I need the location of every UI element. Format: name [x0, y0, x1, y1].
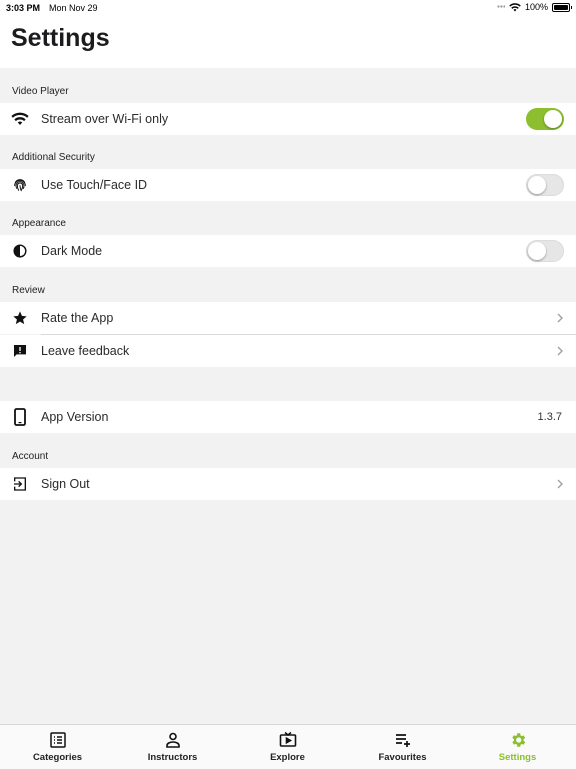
section-label-appearance: Appearance: [12, 218, 66, 229]
tab-settings[interactable]: Settings: [460, 725, 575, 769]
row-dark-mode: Dark Mode: [0, 235, 576, 267]
sign-out-icon: [11, 475, 29, 493]
chevron-right-icon: [557, 313, 563, 323]
page-header: Settings: [0, 16, 576, 68]
tab-instructors[interactable]: Instructors: [115, 725, 230, 769]
wifi-icon: [11, 110, 29, 128]
tab-label: Categories: [32, 752, 83, 763]
tab-explore[interactable]: Explore: [230, 725, 345, 769]
tab-label: Settings: [498, 752, 537, 763]
row-touch-id: Use Touch/Face ID: [0, 169, 576, 201]
dark-mode-toggle[interactable]: [526, 240, 564, 262]
tab-bar: Categories Instructors Explore Favourite…: [0, 724, 576, 769]
page-title: Settings: [11, 24, 110, 52]
rate-app-label: Rate the App: [41, 311, 114, 325]
tab-label: Favourites: [378, 752, 427, 763]
status-time: 3:03 PM: [6, 3, 41, 13]
row-rate-app[interactable]: Rate the App: [0, 302, 576, 334]
status-bar: 3:03 PM Mon Nov 29 100%: [0, 0, 576, 16]
wifi-status-icon: [509, 2, 521, 11]
row-app-version: App Version 1.3.7: [0, 401, 576, 433]
chevron-right-icon: [557, 346, 563, 356]
tab-favourites[interactable]: Favourites: [345, 725, 460, 769]
tab-categories[interactable]: Categories: [0, 725, 115, 769]
section-label-security: Additional Security: [12, 152, 95, 163]
sign-out-label: Sign Out: [41, 477, 90, 491]
touch-id-toggle[interactable]: [526, 174, 564, 196]
chevron-right-icon: [557, 479, 563, 489]
stream-wifi-label: Stream over Wi-Fi only: [41, 112, 169, 126]
section-label-review: Review: [12, 285, 45, 296]
toggle-knob: [528, 242, 546, 260]
stream-wifi-toggle[interactable]: [526, 108, 564, 130]
list-icon: [49, 732, 66, 748]
tab-label: Instructors: [147, 752, 198, 763]
app-version-value: 1.3.7: [537, 411, 562, 423]
row-stream-wifi: Stream over Wi-Fi only: [0, 103, 576, 135]
battery-icon: [552, 2, 572, 12]
phone-icon: [11, 408, 29, 426]
section-label-video-player: Video Player: [12, 86, 69, 97]
row-sign-out[interactable]: Sign Out: [0, 468, 576, 500]
toggle-knob: [528, 176, 546, 194]
fingerprint-icon: [11, 176, 29, 194]
star-icon: [11, 309, 29, 327]
feedback-icon: [11, 342, 29, 360]
playlist-add-icon: [395, 734, 410, 747]
toggle-knob: [544, 110, 562, 128]
person-icon: [165, 732, 180, 748]
leave-feedback-label: Leave feedback: [41, 344, 130, 358]
app-version-label: App Version: [41, 410, 109, 424]
contrast-icon: [11, 242, 29, 260]
gear-icon: [511, 733, 525, 747]
multitasking-dots-icon: [497, 5, 505, 8]
row-leave-feedback[interactable]: Leave feedback: [0, 335, 576, 367]
tab-label: Explore: [270, 752, 305, 763]
dark-mode-label: Dark Mode: [41, 244, 103, 258]
section-label-account: Account: [12, 451, 49, 462]
touch-id-label: Use Touch/Face ID: [41, 178, 148, 192]
tv-play-icon: [279, 731, 296, 747]
status-date: Mon Nov 29: [49, 3, 98, 13]
battery-percent: 100%: [524, 2, 548, 12]
